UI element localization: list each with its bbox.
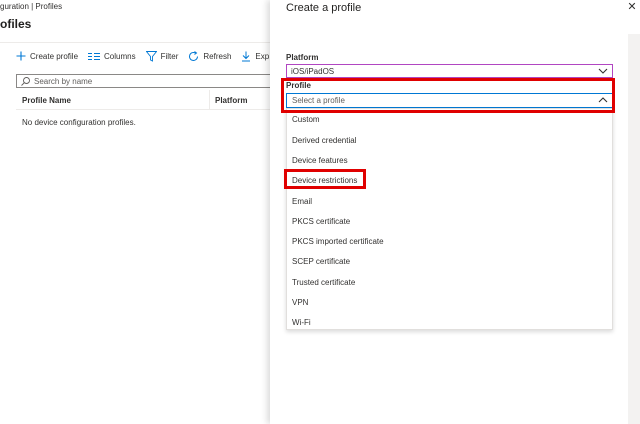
create-profile-panel: Create a profile ✕ Platform iOS/iPadOS P… <box>270 0 640 424</box>
refresh-icon <box>188 50 199 62</box>
export-button[interactable]: Exp <box>241 51 269 62</box>
columns-label: Columns <box>104 51 136 61</box>
profile-label: Profile <box>286 81 311 90</box>
profile-select[interactable]: Select a profile <box>286 93 613 108</box>
option-scep-certificate[interactable]: SCEP certificate <box>292 254 350 268</box>
export-label: Exp <box>255 51 270 61</box>
option-device-features[interactable]: Device features <box>292 153 348 167</box>
scrollbar[interactable] <box>628 34 640 424</box>
option-pkcs-certificate[interactable]: PKCS certificate <box>292 214 350 228</box>
filter-button[interactable]: Filter <box>145 50 179 62</box>
columns-button[interactable]: Columns <box>88 52 136 61</box>
breadcrumb[interactable]: guration | Profiles <box>0 2 62 11</box>
plus-icon <box>16 51 26 61</box>
refresh-label: Refresh <box>203 51 232 61</box>
platform-select[interactable]: iOS/iPadOS <box>286 64 613 78</box>
page-title: ofiles <box>0 17 32 31</box>
filter-label: Filter <box>160 51 179 61</box>
profile-dropdown-list: Custom Derived credential Device feature… <box>286 108 613 330</box>
filter-icon <box>145 50 157 62</box>
search-input[interactable]: Search by name <box>16 74 272 88</box>
chevron-up-icon <box>598 96 608 104</box>
option-wifi[interactable]: Wi-Fi <box>292 315 311 329</box>
search-icon <box>21 76 30 86</box>
chevron-down-icon <box>598 67 608 75</box>
column-divider <box>209 90 210 110</box>
toolbar: Create profile Columns Filter Refresh Ex… <box>16 49 279 63</box>
divider <box>0 42 272 43</box>
profiles-blade: guration | Profiles ofiles Create profil… <box>0 0 272 424</box>
download-icon <box>241 51 251 62</box>
option-trusted-certificate[interactable]: Trusted certificate <box>292 275 355 289</box>
empty-message: No device configuration profiles. <box>22 118 136 127</box>
option-pkcs-imported-certificate[interactable]: PKCS imported certificate <box>292 234 384 248</box>
close-icon[interactable]: ✕ <box>626 0 638 14</box>
option-device-restrictions[interactable]: Device restrictions <box>292 173 357 187</box>
column-header-platform[interactable]: Platform <box>215 96 247 105</box>
platform-value: iOS/iPadOS <box>291 66 335 76</box>
profile-placeholder: Select a profile <box>292 96 345 105</box>
search-placeholder: Search by name <box>34 76 93 86</box>
platform-label: Platform <box>286 53 319 62</box>
option-email[interactable]: Email <box>292 194 312 208</box>
create-profile-label: Create profile <box>30 51 79 61</box>
refresh-button[interactable]: Refresh <box>188 50 232 62</box>
option-vpn[interactable]: VPN <box>292 295 308 309</box>
option-custom[interactable]: Custom <box>292 112 320 126</box>
table-header: Profile Name Platform <box>16 90 272 110</box>
option-derived-credential[interactable]: Derived credential <box>292 133 356 147</box>
columns-icon <box>88 52 101 61</box>
column-header-profile-name[interactable]: Profile Name <box>22 96 71 105</box>
create-profile-button[interactable]: Create profile <box>16 51 78 61</box>
panel-title: Create a profile <box>286 2 362 14</box>
